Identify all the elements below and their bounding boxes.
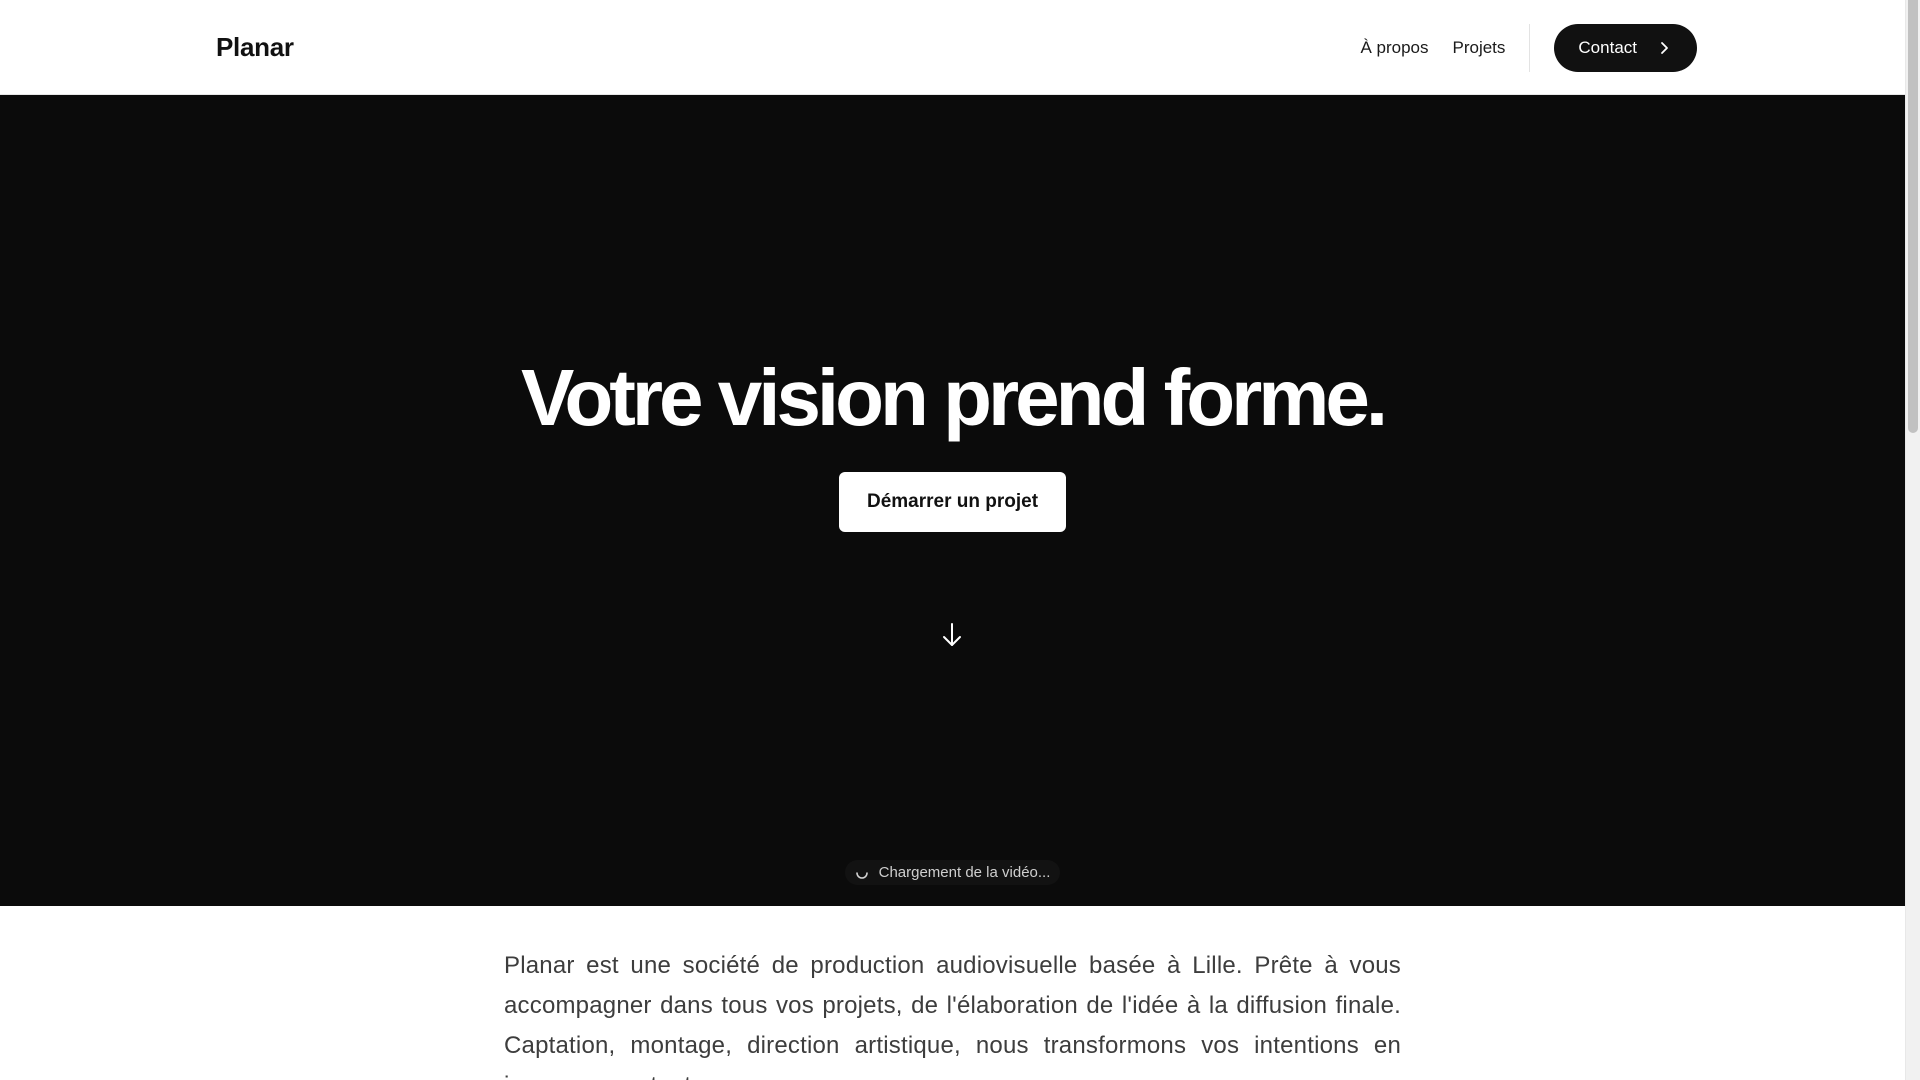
page: Planar À propos Projets Contact Votre vi… — [0, 0, 1905, 1080]
start-project-button[interactable]: Démarrer un projet — [839, 472, 1066, 532]
loading-pill: Chargement de la vidéo... — [844, 860, 1061, 885]
loading-text: Chargement de la vidéo... — [878, 864, 1051, 881]
brand-logo[interactable]: Planar — [216, 31, 294, 63]
contact-button[interactable]: Contact — [1554, 24, 1697, 72]
nav-link-projects[interactable]: Projets — [1452, 24, 1505, 72]
spinner-icon — [855, 866, 869, 880]
nav-divider — [1529, 24, 1531, 72]
video-loading-indicator: Chargement de la vidéo... — [0, 860, 1905, 885]
contact-button-label: Contact — [1578, 38, 1637, 57]
main-nav: À propos Projets Contact — [1360, 24, 1697, 72]
nav-link-about[interactable]: À propos — [1360, 24, 1428, 72]
hero-section: Votre vision prend forme. Démarrer un pr… — [0, 95, 1905, 906]
site-header: Planar À propos Projets Contact — [0, 0, 1905, 95]
chevron-right-icon — [1657, 41, 1671, 55]
scrollbar-thumb[interactable] — [1908, 0, 1918, 433]
intro-paragraph: Planar est une société de production aud… — [504, 952, 1401, 1080]
arrow-down-icon[interactable] — [940, 621, 964, 649]
page-scrollbar[interactable] — [1905, 0, 1920, 1080]
hero-title: Votre vision prend forme. — [520, 353, 1388, 442]
